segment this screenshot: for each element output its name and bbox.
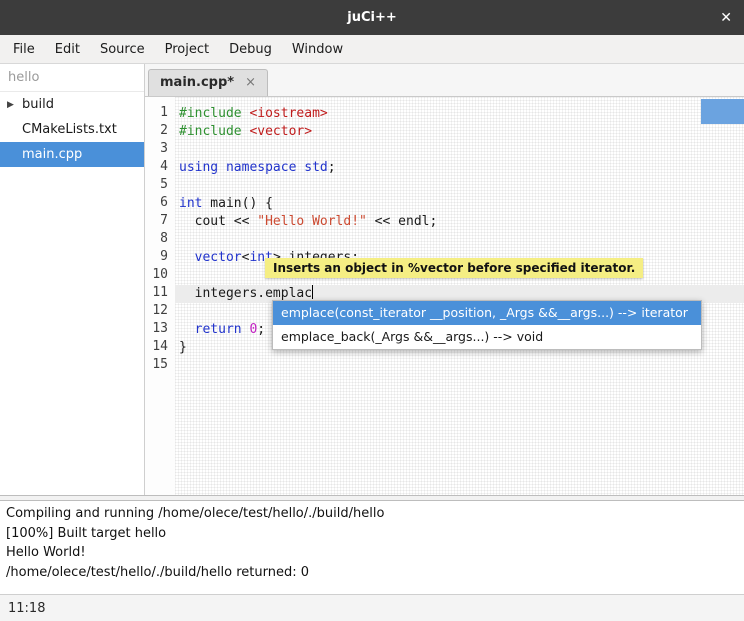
status-bar: 11:18 — [0, 594, 744, 621]
line-number: 8 — [145, 231, 175, 249]
code-line-3[interactable] — [175, 141, 744, 159]
line-number: 2 — [145, 123, 175, 141]
window-title: juCi++ — [0, 0, 744, 35]
app-window: juCi++ ✕ FileEditSourceProjectDebugWindo… — [0, 0, 744, 621]
code-token: <iostream> — [249, 106, 327, 121]
tab-main-cpp[interactable]: main.cpp* × — [148, 69, 268, 96]
code-line-7[interactable]: cout << "Hello World!" << endl; — [175, 213, 744, 231]
code-token: int — [179, 196, 202, 211]
menu-bar: FileEditSourceProjectDebugWindow — [0, 35, 744, 64]
code-token: cout << — [179, 214, 257, 229]
scrollbar-thumb[interactable] — [701, 99, 744, 124]
menu-source[interactable]: Source — [90, 38, 155, 61]
code-token: <vector> — [249, 124, 312, 139]
menu-window[interactable]: Window — [282, 38, 353, 61]
code-token: integers.emplac — [179, 286, 312, 301]
line-number: 5 — [145, 177, 175, 195]
menu-project[interactable]: Project — [155, 38, 219, 61]
line-number-gutter: 123456789101112131415 — [145, 97, 175, 495]
code-line-6[interactable]: int main() { — [175, 195, 744, 213]
code-token: std — [304, 160, 327, 175]
line-number: 15 — [145, 357, 175, 375]
code-token: main() { — [202, 196, 272, 211]
autocomplete-item-1[interactable]: emplace_back(_Args &&__args...) --> void — [273, 325, 701, 349]
expander-icon[interactable]: ▶ — [7, 100, 14, 110]
code-token — [179, 250, 195, 265]
terminal-line: [100%] Built target hello — [6, 524, 738, 544]
text-cursor — [312, 285, 313, 299]
code-token: #include — [179, 106, 249, 121]
main-area: hello ▶ build CMakeLists.txt main.cpp main.… — [0, 64, 744, 495]
code-line-2[interactable]: #include <vector> — [175, 123, 744, 141]
code-token: } — [179, 340, 187, 355]
terminal-line: Hello World! — [6, 543, 738, 563]
line-number: 11 — [145, 285, 175, 303]
code-token: #include — [179, 124, 249, 139]
code-line-1[interactable]: #include <iostream> — [175, 105, 744, 123]
code-token: << endl; — [367, 214, 437, 229]
tree-item-build[interactable]: ▶ build — [0, 92, 144, 117]
editor-pane: main.cpp* × 123456789101112131415 #inclu… — [145, 64, 744, 495]
code-token: vector — [195, 250, 242, 265]
code-token: "Hello World!" — [257, 214, 367, 229]
line-number: 14 — [145, 339, 175, 357]
line-number: 4 — [145, 159, 175, 177]
terminal-line: Compiling and running /home/olece/test/h… — [6, 504, 738, 524]
line-number: 13 — [145, 321, 175, 339]
file-name: build — [22, 97, 54, 112]
title-bar: juCi++ ✕ — [0, 0, 744, 35]
autocomplete-popup: emplace(const_iterator __position, _Args… — [272, 300, 702, 350]
code-token — [179, 322, 195, 337]
menu-file[interactable]: File — [3, 38, 45, 61]
tree-item-main-cpp[interactable]: main.cpp — [0, 142, 144, 167]
code-token: using — [179, 160, 218, 175]
file-name: CMakeLists.txt — [22, 122, 117, 137]
tree-item-cmakelists-txt[interactable]: CMakeLists.txt — [0, 117, 144, 142]
close-icon[interactable]: ✕ — [720, 0, 732, 35]
line-number: 1 — [145, 105, 175, 123]
file-tree: ▶ build CMakeLists.txt main.cpp — [0, 92, 144, 167]
menu-edit[interactable]: Edit — [45, 38, 90, 61]
code-line-5[interactable] — [175, 177, 744, 195]
line-number: 9 — [145, 249, 175, 267]
line-number: 3 — [145, 141, 175, 159]
line-number: 10 — [145, 267, 175, 285]
code-token: ; — [328, 160, 336, 175]
menu-debug[interactable]: Debug — [219, 38, 282, 61]
terminal-output[interactable]: Compiling and running /home/olece/test/h… — [0, 501, 744, 594]
code-line-4[interactable]: using namespace std; — [175, 159, 744, 177]
tab-label: main.cpp* — [160, 75, 234, 90]
line-number: 12 — [145, 303, 175, 321]
tab-close-icon[interactable]: × — [245, 75, 256, 90]
line-number: 6 — [145, 195, 175, 213]
line-number: 7 — [145, 213, 175, 231]
autocomplete-item-0[interactable]: emplace(const_iterator __position, _Args… — [273, 301, 701, 325]
code-area[interactable]: #include <iostream>#include <vector>usin… — [175, 97, 744, 495]
cursor-position: 11:18 — [8, 601, 45, 616]
tab-bar: main.cpp* × — [145, 64, 744, 97]
code-editor[interactable]: 123456789101112131415 #include <iostream… — [145, 97, 744, 495]
file-name: main.cpp — [22, 147, 82, 162]
code-line-8[interactable] — [175, 231, 744, 249]
code-token: namespace — [226, 160, 296, 175]
code-token — [218, 160, 226, 175]
file-sidebar: hello ▶ build CMakeLists.txt main.cpp — [0, 64, 145, 495]
terminal-line: /home/olece/test/hello/./build/hello ret… — [6, 563, 738, 583]
code-line-15[interactable] — [175, 357, 744, 375]
code-token: return — [195, 322, 242, 337]
project-name: hello — [0, 64, 144, 92]
doc-tooltip: Inserts an object in %vector before spec… — [265, 258, 643, 278]
code-token: ; — [257, 322, 265, 337]
